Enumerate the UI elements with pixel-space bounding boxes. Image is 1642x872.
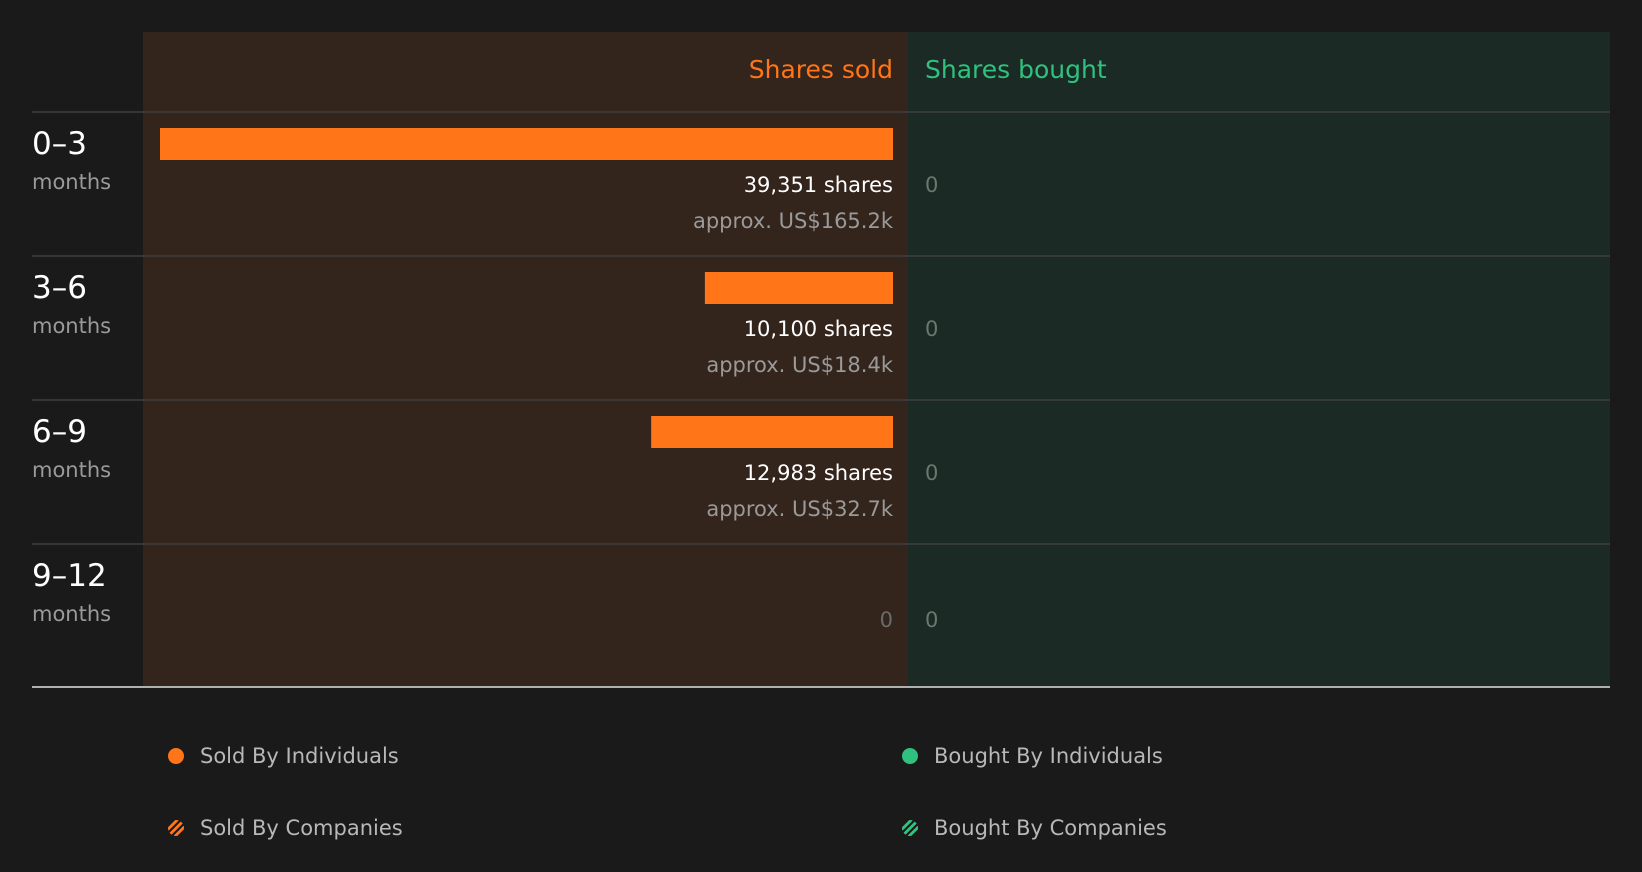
legend-swatch-sold-individuals [168, 748, 184, 764]
sold-shares-label: 12,983 shares [743, 461, 893, 485]
period-row-3-6: 3–6 months 10,100 shares approx. US$18.4… [0, 256, 1642, 400]
period-row-6-9: 6–9 months 12,983 shares approx. US$32.7… [0, 400, 1642, 544]
sold-value-label: approx. US$18.4k [706, 353, 893, 377]
bought-shares-label: 0 [925, 317, 939, 341]
shares-bought-header: Shares bought [925, 55, 1107, 84]
legend-item-sold-by-companies: Sold By Companies [168, 813, 403, 843]
sold-shares-label: 10,100 shares [743, 317, 893, 341]
chart-legend: Sold By Individuals Bought By Individual… [0, 720, 1642, 860]
legend-swatch-bought-companies [902, 820, 918, 836]
legend-label: Sold By Individuals [200, 744, 399, 768]
legend-item-bought-by-individuals: Bought By Individuals [902, 741, 1163, 771]
period-row-0-3: 0–3 months 39,351 shares approx. US$165.… [0, 112, 1642, 256]
period-unit: months [32, 314, 112, 338]
legend-swatch-bought-individuals [902, 748, 918, 764]
period-row-9-12: 9–12 months 0 0 [0, 544, 1642, 688]
bought-shares-label: 0 [925, 461, 939, 485]
legend-swatch-sold-companies [168, 820, 184, 836]
legend-label: Bought By Individuals [934, 744, 1163, 768]
shares-sold-header: Shares sold [748, 55, 893, 84]
sold-value-label: approx. US$32.7k [706, 497, 893, 521]
period-unit: months [32, 170, 112, 194]
period-range: 3–6 [32, 270, 87, 306]
period-range: 0–3 [32, 126, 87, 162]
legend-label: Bought By Companies [934, 816, 1167, 840]
period-range: 6–9 [32, 414, 87, 450]
sold-value-label: approx. US$165.2k [692, 209, 893, 233]
legend-item-bought-by-companies: Bought By Companies [902, 813, 1167, 843]
period-range: 9–12 [32, 558, 107, 594]
period-unit: months [32, 602, 112, 626]
bought-shares-label: 0 [925, 173, 939, 197]
period-unit: months [32, 458, 112, 482]
bought-shares-label: 0 [925, 608, 939, 632]
sold-shares-label: 39,351 shares [743, 173, 893, 197]
legend-item-sold-by-individuals: Sold By Individuals [168, 741, 399, 771]
legend-label: Sold By Companies [200, 816, 403, 840]
sold-shares-label: 0 [879, 608, 893, 632]
